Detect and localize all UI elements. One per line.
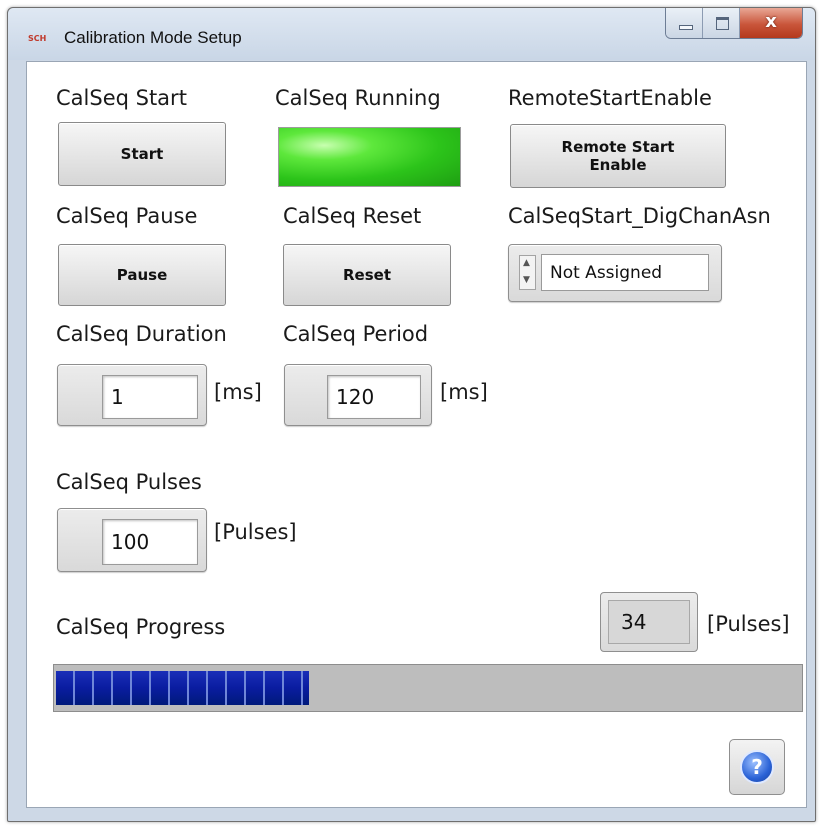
period-input[interactable]: 120 <box>327 375 421 419</box>
window-controls: x <box>665 8 803 39</box>
progress-bar-fill <box>56 671 309 705</box>
help-icon: ? <box>740 750 774 784</box>
maximize-button[interactable] <box>703 8 740 38</box>
duration-unit: [ms] <box>214 380 262 404</box>
calseq-duration-label: CalSeq Duration <box>56 322 227 346</box>
start-button[interactable]: Start <box>58 122 226 186</box>
remote-start-enable-line2: Enable <box>589 156 647 174</box>
help-button[interactable]: ? <box>729 739 785 795</box>
digchan-value[interactable]: Not Assigned <box>541 254 709 291</box>
calseq-reset-label: CalSeq Reset <box>283 204 422 228</box>
calseq-progress-label: CalSeq Progress <box>56 615 226 639</box>
period-unit: [ms] <box>440 380 488 404</box>
calseq-running-led <box>278 127 461 187</box>
progress-unit: [Pulses] <box>707 612 790 636</box>
title-bar: SCH Calibration Mode Setup x <box>8 8 815 60</box>
remote-start-enable-button[interactable]: Remote Start Enable <box>510 124 726 188</box>
calibration-window: SCH Calibration Mode Setup x CalSeq Star… <box>7 7 816 822</box>
digchan-label: CalSeqStart_DigChanAsn <box>508 204 771 228</box>
progress-count-indicator: 34 <box>600 592 698 652</box>
period-control[interactable]: 120 <box>284 364 432 426</box>
close-icon: x <box>765 11 777 32</box>
digchan-ring-control[interactable]: ▲ ▼ Not Assigned <box>508 244 722 302</box>
calseq-pause-label: CalSeq Pause <box>56 204 198 228</box>
calseq-pulses-label: CalSeq Pulses <box>56 470 202 494</box>
pulses-input[interactable]: 100 <box>102 519 198 565</box>
progress-bar <box>53 664 803 712</box>
reset-button[interactable]: Reset <box>283 244 451 306</box>
calseq-running-label: CalSeq Running <box>275 86 441 110</box>
remote-start-enable-line1: Remote Start <box>561 138 675 156</box>
minimize-button[interactable] <box>666 8 703 38</box>
pause-button[interactable]: Pause <box>58 244 226 306</box>
spin-up-icon[interactable]: ▲ <box>523 259 530 268</box>
duration-input[interactable]: 1 <box>102 375 198 419</box>
minimize-icon <box>679 25 693 30</box>
spin-down-icon[interactable]: ▼ <box>523 276 530 285</box>
calseq-start-label: CalSeq Start <box>56 86 187 110</box>
digchan-spinner[interactable]: ▲ ▼ <box>519 255 536 290</box>
pulses-unit: [Pulses] <box>214 520 297 544</box>
close-button[interactable]: x <box>740 8 802 38</box>
remote-start-enable-label: RemoteStartEnable <box>508 86 712 110</box>
duration-control[interactable]: 1 <box>57 364 207 426</box>
pulses-control[interactable]: 100 <box>57 508 207 572</box>
panel: CalSeq Start Start CalSeq Running Remote… <box>26 61 807 808</box>
calseq-period-label: CalSeq Period <box>283 322 429 346</box>
maximize-icon <box>716 17 729 30</box>
window-title: Calibration Mode Setup <box>64 28 242 47</box>
app-icon: SCH <box>28 34 47 43</box>
progress-count: 34 <box>608 600 690 644</box>
